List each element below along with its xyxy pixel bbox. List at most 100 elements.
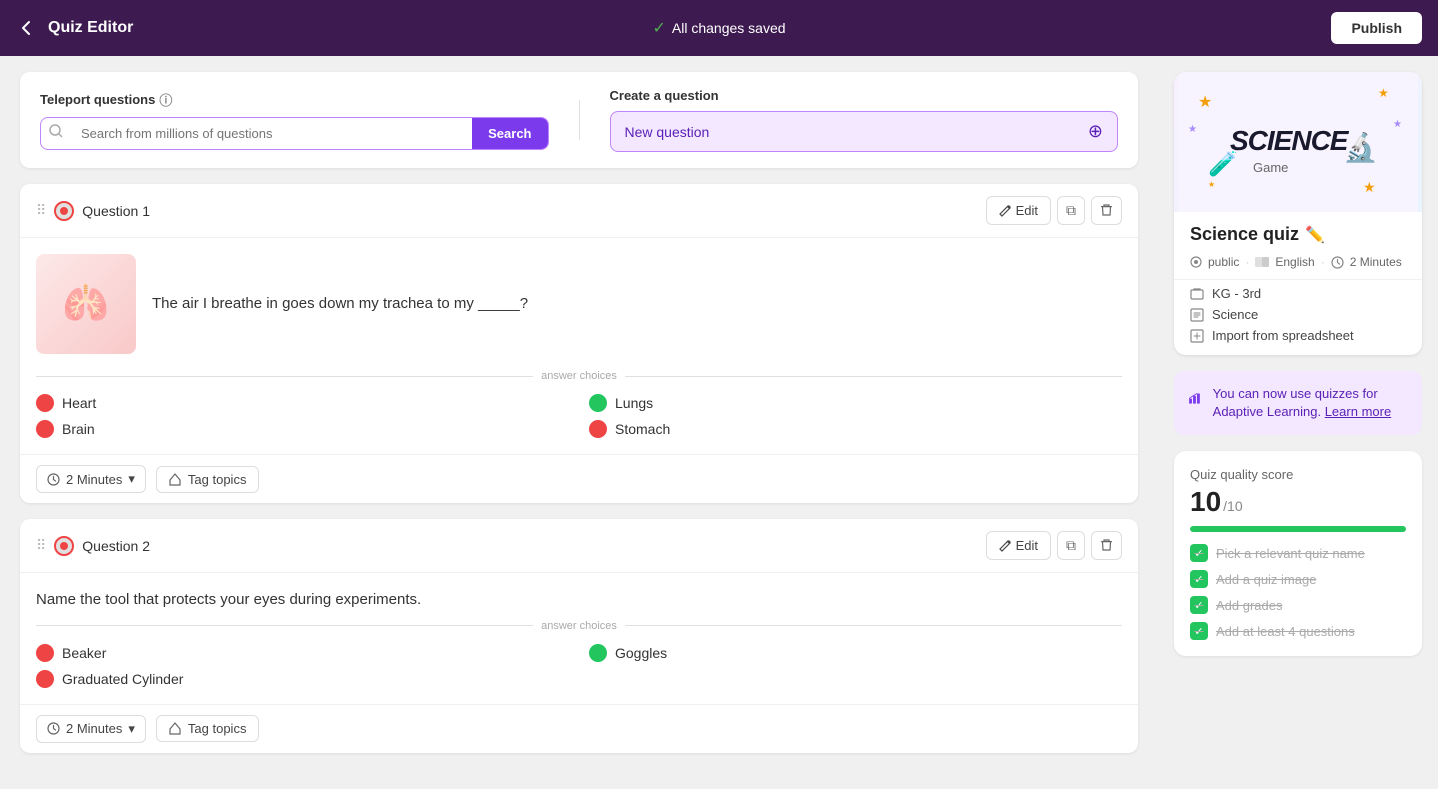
svg-text:🔬: 🔬 [1343, 130, 1378, 164]
main-content: Teleport questions ⓘ Search Create [0, 56, 1438, 789]
question-footer-1: 2 Minutes ▾ Tag topics [20, 454, 1138, 503]
answer-item: Beaker [36, 644, 569, 662]
svg-text:★: ★ [1198, 94, 1212, 111]
time-select-1[interactable]: 2 Minutes ▾ [36, 465, 146, 493]
create-label: Create a question [610, 88, 1119, 103]
search-button[interactable]: Search [472, 118, 547, 149]
quiz-title: Science quiz [1190, 224, 1299, 245]
subject-info: Science [1190, 307, 1406, 322]
left-panel: Teleport questions ⓘ Search Create [0, 56, 1158, 789]
adaptive-banner: You can now use quizzes for Adaptive Lea… [1174, 371, 1422, 435]
check-box: ✓ [1190, 570, 1208, 588]
drag-handle[interactable]: ⠿ [36, 537, 46, 554]
correct-dot [589, 644, 607, 662]
quality-bar [1190, 526, 1406, 532]
question-card-2: ⠿ Question 2 Edit ⧉ Name the tool that p [20, 519, 1138, 753]
right-sidebar: ★ ★ ★ ★ ★ ★ 🔬 🧪 SCIENCE Game Science qui… [1158, 56, 1438, 789]
quality-card: Quiz quality score 10 /10 ✓ Pick a relev… [1174, 451, 1422, 656]
svg-text:★: ★ [1188, 124, 1197, 135]
quality-bar-fill [1190, 526, 1406, 532]
answer-choices-label-2: answer choices [20, 620, 1138, 644]
answer-item: Heart [36, 394, 569, 412]
quality-max: /10 [1223, 498, 1242, 514]
question-card-1: ⠿ Question 1 Edit ⧉ 🫁 [20, 184, 1138, 503]
delete-button-1[interactable] [1091, 196, 1122, 225]
edit-button-1[interactable]: Edit [986, 196, 1051, 225]
top-bar: Teleport questions ⓘ Search Create [20, 72, 1138, 168]
new-question-button[interactable]: New question ⊕ [610, 111, 1119, 152]
question-label-1: Question 1 [82, 203, 985, 219]
app-header: Quiz Editor ✓ All changes saved Publish [0, 0, 1438, 56]
quiz-card: ★ ★ ★ ★ ★ ★ 🔬 🧪 SCIENCE Game Science qui… [1174, 72, 1422, 355]
question-label-2: Question 2 [82, 538, 985, 554]
check-box: ✓ [1190, 544, 1208, 562]
check-box: ✓ [1190, 622, 1208, 640]
chevron-down-icon: ▾ [128, 471, 135, 487]
search-wrapper: Search [40, 117, 549, 150]
question-text-1: The air I breathe in goes down my trache… [152, 293, 528, 316]
question-text-2: Name the tool that protects your eyes du… [20, 573, 1138, 620]
check-item: ✓ Add at least 4 questions [1190, 622, 1406, 640]
quality-label: Quiz quality score [1190, 467, 1406, 482]
back-button[interactable] [16, 18, 36, 38]
answer-grid-1: Heart Lungs Brain Stomach [20, 394, 1138, 454]
quality-score-row: 10 /10 [1190, 486, 1406, 518]
question-actions-1: Edit ⧉ [986, 196, 1122, 225]
delete-button-2[interactable] [1091, 531, 1122, 560]
answer-grid-2: Beaker Goggles Graduated Cylinder [20, 644, 1138, 704]
search-input[interactable] [71, 118, 472, 149]
save-status: ✓ All changes saved [652, 18, 785, 38]
drag-handle[interactable]: ⠿ [36, 202, 46, 219]
quality-score: 10 [1190, 486, 1221, 518]
checklist: ✓ Pick a relevant quiz name ✓ Add a quiz… [1190, 544, 1406, 640]
chevron-down-icon: ▾ [128, 721, 135, 737]
tag-topics-button-2[interactable]: Tag topics [156, 715, 260, 742]
wrong-dot [36, 670, 54, 688]
copy-button-1[interactable]: ⧉ [1057, 196, 1085, 225]
wrong-dot [36, 394, 54, 412]
check-item: ✓ Add a quiz image [1190, 570, 1406, 588]
check-box: ✓ [1190, 596, 1208, 614]
question-image-1: 🫁 [36, 254, 136, 354]
quiz-title-row: Science quiz ✏️ [1174, 212, 1422, 251]
tag-topics-button-1[interactable]: Tag topics [156, 466, 260, 493]
question-type-icon [54, 536, 74, 556]
check-item: ✓ Pick a relevant quiz name [1190, 544, 1406, 562]
quiz-info-row: KG - 3rd Science Import from spreadsheet [1174, 279, 1422, 355]
chart-icon [1188, 385, 1203, 411]
divider [579, 100, 580, 140]
wrong-dot [589, 420, 607, 438]
svg-text:Game: Game [1253, 160, 1288, 175]
answer-item: Goggles [589, 644, 1122, 662]
quiz-cover: ★ ★ ★ ★ ★ ★ 🔬 🧪 SCIENCE Game [1174, 72, 1422, 212]
answer-item: Lungs [589, 394, 1122, 412]
time-select-2[interactable]: 2 Minutes ▾ [36, 715, 146, 743]
grade-info: KG - 3rd [1190, 286, 1406, 301]
question-header-1: ⠿ Question 1 Edit ⧉ [20, 184, 1138, 238]
page-title: Quiz Editor [48, 19, 133, 37]
answer-item: Stomach [589, 420, 1122, 438]
learn-more-link[interactable]: Learn more [1325, 404, 1391, 419]
answer-choices-label-1: answer choices [20, 370, 1138, 394]
info-icon[interactable]: ⓘ [159, 90, 172, 109]
edit-pencil-icon[interactable]: ✏️ [1305, 225, 1325, 245]
teleport-label: Teleport questions ⓘ [40, 90, 549, 109]
wrong-dot [36, 644, 54, 662]
check-icon: ✓ [652, 18, 665, 38]
svg-text:SCIENCE: SCIENCE [1230, 125, 1350, 156]
svg-text:★: ★ [1363, 179, 1376, 195]
edit-button-2[interactable]: Edit [986, 531, 1051, 560]
svg-text:★: ★ [1208, 180, 1215, 189]
answer-item: Graduated Cylinder [36, 670, 569, 688]
plus-icon: ⊕ [1088, 121, 1103, 142]
banner-text: You can now use quizzes for Adaptive Lea… [1213, 385, 1408, 421]
wrong-dot [36, 420, 54, 438]
answer-item: Brain [36, 420, 569, 438]
question-type-icon [54, 201, 74, 221]
create-section: Create a question New question ⊕ [610, 88, 1119, 152]
import-info[interactable]: Import from spreadsheet [1190, 328, 1406, 343]
svg-text:★: ★ [1393, 119, 1402, 130]
copy-button-2[interactable]: ⧉ [1057, 531, 1085, 560]
publish-button[interactable]: Publish [1331, 12, 1422, 44]
svg-text:★: ★ [1378, 86, 1389, 100]
